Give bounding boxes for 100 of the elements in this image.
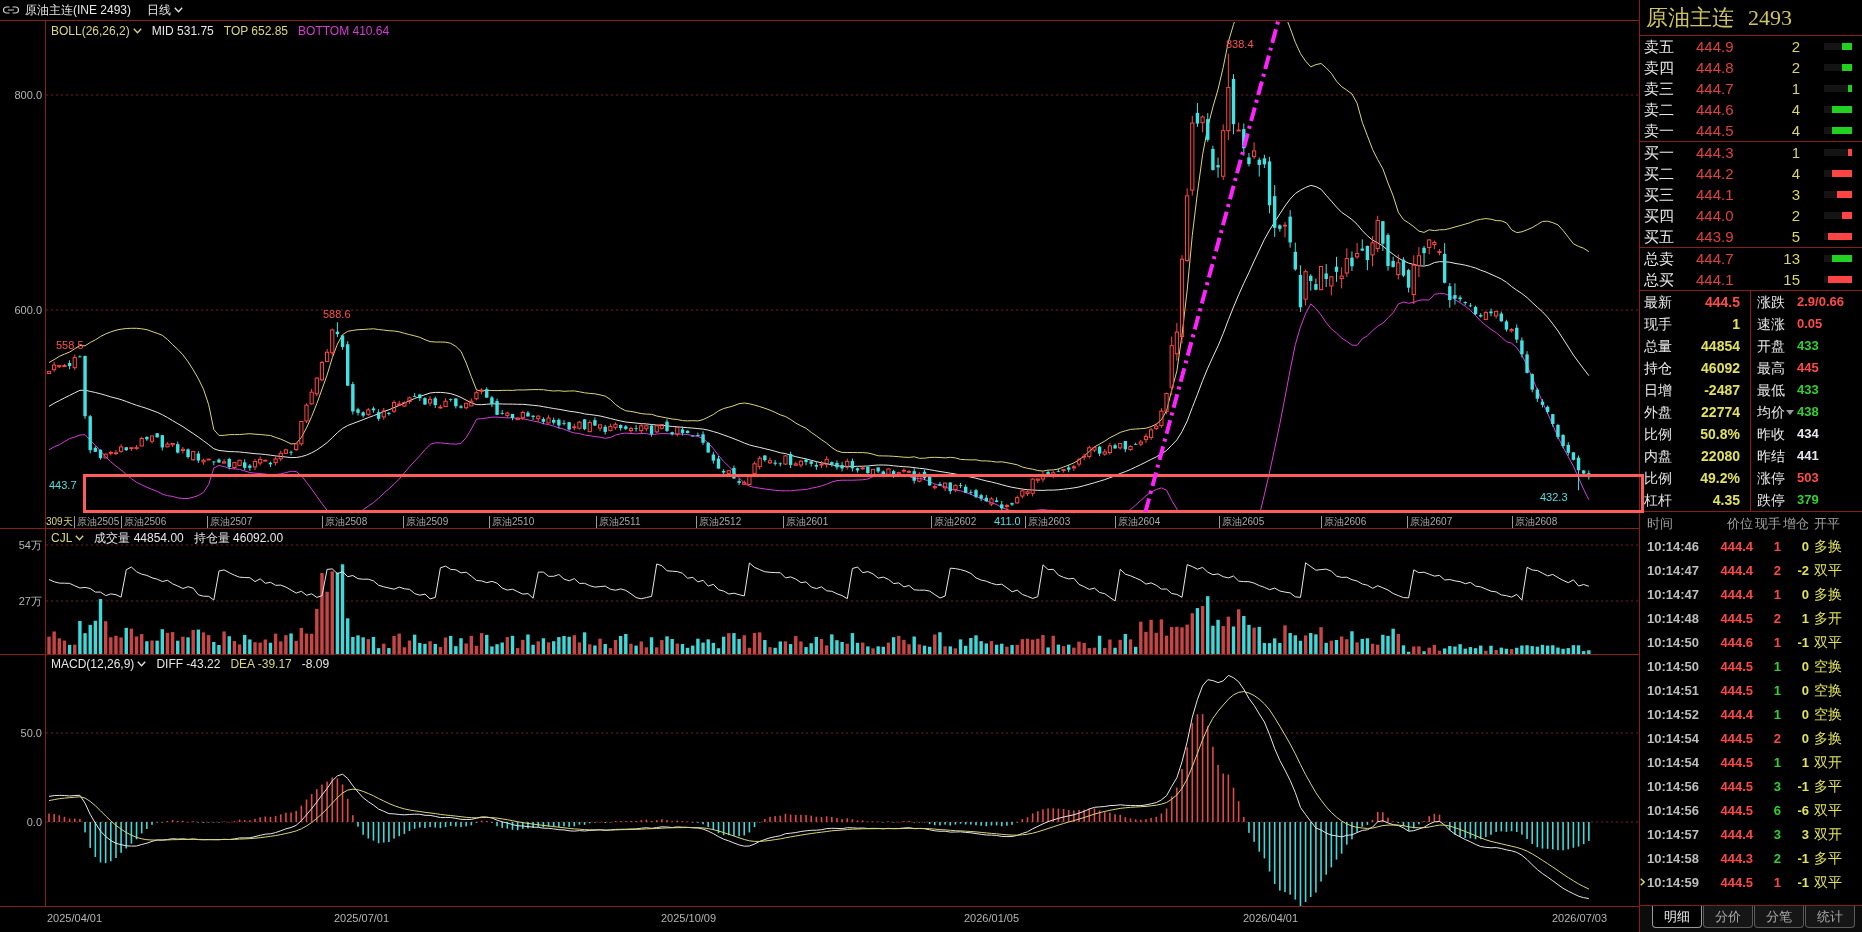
trade-price: 444.5 <box>1719 802 1753 818</box>
contract-label: 原油2512 <box>696 516 742 528</box>
triangle-down-icon[interactable] <box>1786 409 1794 415</box>
stat-label: 均价 <box>1757 404 1785 420</box>
trade-type: 双平 <box>1813 634 1842 650</box>
column-header: 价位 <box>1726 515 1753 531</box>
link-icon[interactable] <box>3 6 19 14</box>
trade-type: 双平 <box>1813 874 1842 890</box>
trade-price: 444.5 <box>1719 610 1753 626</box>
indicator-dropdown[interactable]: CJL <box>51 531 85 545</box>
depth-level-label: 总买 <box>1644 271 1675 288</box>
trade-price: 444.5 <box>1719 874 1753 890</box>
depth-level-label: 买二 <box>1644 165 1675 182</box>
stat-value: 433 <box>1797 382 1819 398</box>
stat-value: 1 <box>1731 316 1740 332</box>
indicator-reading: DIFF -43.22 <box>156 657 221 671</box>
stat-value: 444.5 <box>1703 294 1740 310</box>
position-change: 0 <box>1800 658 1809 674</box>
stat-label: 开盘 <box>1757 338 1785 354</box>
tab[interactable]: 明细 <box>1652 906 1702 928</box>
trade-volume: 2 <box>1772 562 1781 578</box>
stat-value: 433 <box>1797 338 1819 354</box>
trade-price: 444.5 <box>1719 754 1753 770</box>
stat-value: 44854 <box>1700 338 1740 354</box>
column-header: 增仓 <box>1782 515 1809 531</box>
trade-price: 444.4 <box>1719 562 1753 578</box>
stat-label: 杠杆 <box>1644 492 1672 508</box>
trade-type: 双开 <box>1813 754 1842 770</box>
stat-label: 内盘 <box>1644 448 1672 464</box>
stat-value: 445 <box>1797 360 1819 376</box>
contract-label: 原油2505 <box>74 516 120 528</box>
trade-type: 空换 <box>1813 658 1842 674</box>
position-change: -1 <box>1796 850 1809 866</box>
contract-label: 原油2506 <box>121 516 167 528</box>
trade-volume: 1 <box>1772 706 1781 722</box>
stat-label: 总量 <box>1644 338 1672 354</box>
trade-type: 双开 <box>1813 826 1842 842</box>
trade-volume: 1 <box>1772 538 1781 554</box>
trade-price: 444.5 <box>1719 730 1753 746</box>
trade-volume: 3 <box>1772 778 1781 794</box>
trade-price: 444.5 <box>1719 658 1753 674</box>
trade-type: 多换 <box>1813 586 1842 602</box>
depth-quantity: 5 <box>1790 228 1800 245</box>
depth-level-label: 卖五 <box>1644 38 1675 55</box>
contract-label: 原油2509 <box>403 516 449 528</box>
depth-quantity: 13 <box>1782 250 1800 267</box>
depth-price: 444.5 <box>1696 122 1735 139</box>
stat-value: 503 <box>1797 470 1819 486</box>
trade-time: 10:14:54 <box>1647 754 1701 770</box>
depth-quantity: 2 <box>1790 207 1800 224</box>
trade-time: 10:14:58 <box>1647 850 1701 866</box>
period-dropdown[interactable]: 日线 <box>147 3 184 17</box>
date-label: 2026/01/05 <box>964 912 1020 925</box>
tab[interactable]: 分笔 <box>1754 906 1804 928</box>
contract-label: 原油2606 <box>1321 516 1367 528</box>
chevron-down-icon <box>132 28 142 34</box>
contract-label: 原油2605 <box>1219 516 1265 528</box>
position-change: -1 <box>1796 634 1809 650</box>
column-header: 开平 <box>1813 515 1840 531</box>
stat-label: 速涨 <box>1757 316 1785 332</box>
stat-value: -2487 <box>1703 382 1740 398</box>
depth-quantity: 15 <box>1782 271 1800 288</box>
depth-level-label: 卖一 <box>1644 122 1675 139</box>
trade-type: 双平 <box>1813 562 1842 578</box>
contract-label: 原油2510 <box>489 516 535 528</box>
tab[interactable]: 分价 <box>1703 906 1753 928</box>
indicator-dropdown[interactable]: MACD(12,26,9) <box>51 657 147 671</box>
tab[interactable]: 统计 <box>1805 906 1855 928</box>
depth-price: 444.6 <box>1696 101 1735 118</box>
price-label: 588.6 <box>323 308 351 321</box>
column-header: 时间 <box>1647 515 1674 531</box>
position-change: -1 <box>1796 874 1809 890</box>
axis-label: 54万 <box>18 539 42 552</box>
span-label: 309天 <box>46 516 73 528</box>
depth-quantity: 2 <box>1790 38 1800 55</box>
indicator-reading: 持仓量 46092.00 <box>193 531 284 545</box>
stat-value: 49.2% <box>1699 470 1740 486</box>
chevron-down-icon <box>174 7 184 13</box>
depth-price: 444.7 <box>1696 80 1735 97</box>
trade-type: 多换 <box>1813 538 1842 554</box>
indicator-reading: TOP 652.85 <box>223 24 289 38</box>
axis-label: 50.0 <box>20 727 42 740</box>
trade-price: 444.3 <box>1719 850 1753 866</box>
trade-volume: 1 <box>1772 658 1781 674</box>
trade-time: 10:14:50 <box>1647 658 1701 674</box>
position-change: 1 <box>1800 754 1809 770</box>
depth-price: 444.9 <box>1696 38 1735 55</box>
trade-volume: 2 <box>1772 850 1781 866</box>
stat-label: 现手 <box>1644 316 1672 332</box>
date-label: 2026/04/01 <box>1243 912 1299 925</box>
depth-price: 444.3 <box>1696 144 1735 161</box>
position-change: 0 <box>1800 730 1809 746</box>
trade-price: 444.5 <box>1719 682 1753 698</box>
indicator-reading: 成交量 44854.00 <box>94 531 184 545</box>
trade-time: 10:14:52 <box>1647 706 1701 722</box>
instrument-code: 2493 <box>1748 4 1792 31</box>
stat-label: 比例 <box>1644 426 1672 442</box>
depth-price: 444.7 <box>1696 250 1735 267</box>
indicator-dropdown[interactable]: BOLL(26,26,2) <box>51 24 142 38</box>
depth-quantity: 1 <box>1790 144 1800 161</box>
